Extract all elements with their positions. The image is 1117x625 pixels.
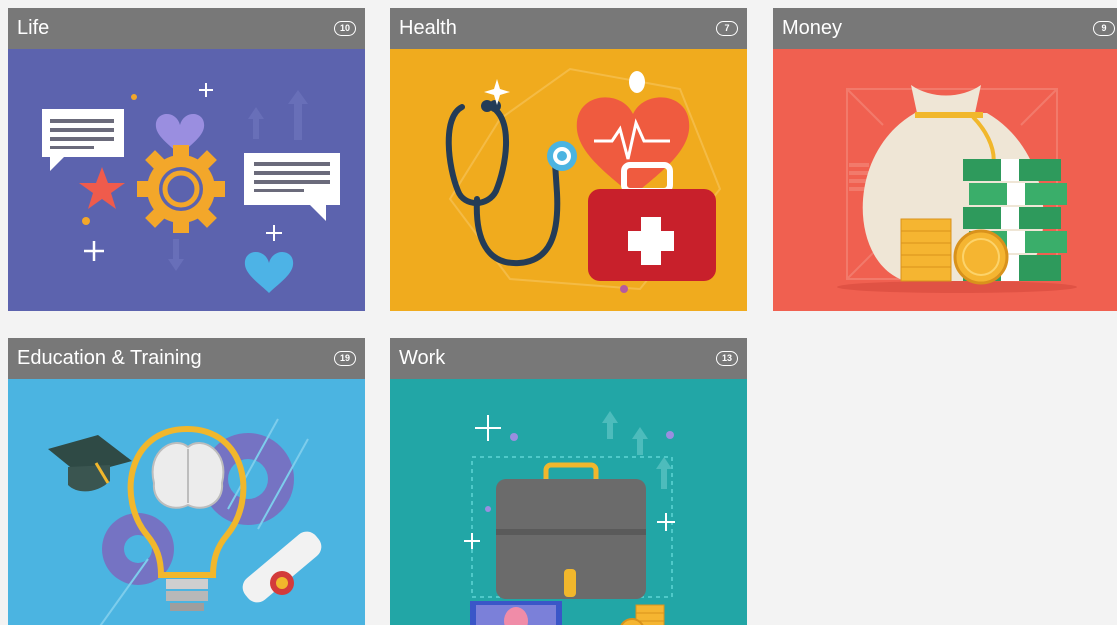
banknote-icon [470, 601, 562, 625]
count-badge: 10 [334, 21, 356, 36]
count-badge: 13 [716, 351, 738, 366]
category-card-health[interactable]: Health 7 [390, 8, 747, 311]
category-card-work[interactable]: Work 13 [390, 338, 747, 625]
card-title: Life [17, 17, 50, 39]
card-title: Health [399, 17, 457, 39]
count-badge: 9 [1093, 21, 1115, 36]
card-title: Work [399, 347, 446, 369]
coin-stack-icon [900, 218, 952, 282]
card-header: Education & Training 19 [8, 338, 365, 379]
card-header: Money 9 [773, 8, 1117, 49]
card-header: Work 13 [390, 338, 747, 379]
count-badge: 19 [334, 351, 356, 366]
card-title: Education & Training [17, 347, 202, 369]
health-illustration [390, 49, 747, 311]
card-header: Life 10 [8, 8, 365, 49]
education-illustration [8, 379, 365, 625]
life-illustration [8, 49, 365, 311]
briefcase-icon [496, 462, 646, 599]
card-header: Health 7 [390, 8, 747, 49]
category-card-life[interactable]: Life 10 [8, 8, 365, 311]
card-title: Money [782, 17, 843, 39]
count-badge: 7 [716, 21, 738, 36]
gear-icon [137, 145, 225, 233]
category-card-education-training[interactable]: Education & Training 19 [8, 338, 365, 625]
money-illustration [773, 49, 1117, 311]
work-illustration [390, 379, 747, 625]
category-card-money[interactable]: Money 9 [773, 8, 1117, 311]
